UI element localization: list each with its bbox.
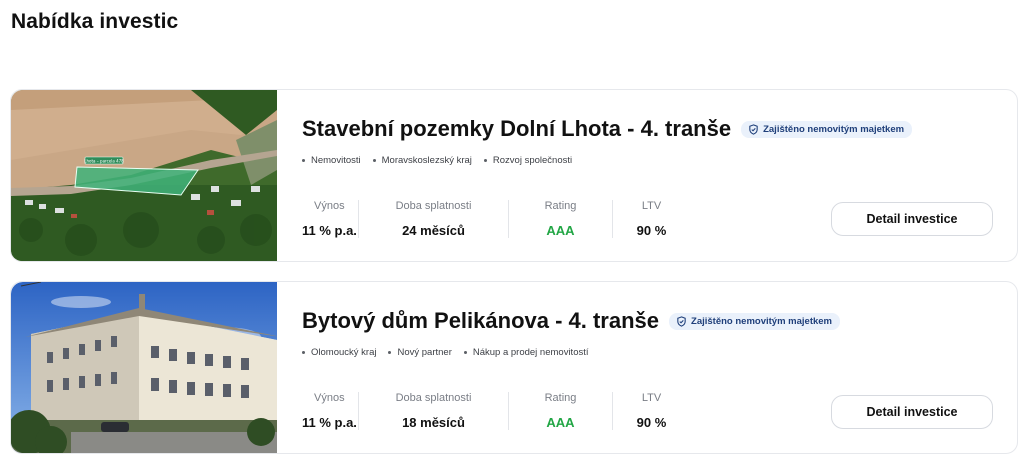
investment-card[interactable]: Bytový dům Pelikánova - 4. tranše Zajišt… (10, 281, 1018, 454)
investment-tags: Nemovitosti Moravskoslezský kraj Rozvoj … (302, 155, 572, 166)
investment-tags: Olomoucký kraj Nový partner Nákup a prod… (302, 347, 589, 358)
secured-badge-label: Zajištěno nemovitým majetkem (691, 315, 832, 327)
tag: Moravskoslezský kraj (372, 155, 472, 166)
stat-value: 24 měsíců (402, 223, 465, 238)
stat-yield: Výnos 11 % p.a. (302, 392, 358, 430)
detail-investice-button[interactable]: Detail investice (831, 395, 993, 429)
stat-value: 90 % (636, 415, 667, 430)
stat-label: Výnos (314, 392, 345, 404)
investment-stats: Výnos 11 % p.a. Doba splatnosti 18 měsíc… (302, 392, 690, 430)
secured-badge: Zajištěno nemovitým majetkem (669, 312, 840, 330)
tag-label: Olomoucký kraj (311, 347, 377, 358)
investment-image-building[interactable] (11, 282, 277, 453)
investment-title-text[interactable]: Stavební pozemky Dolní Lhota - 4. tranše (302, 116, 731, 142)
stat-label: Rating (544, 200, 577, 212)
shield-check-icon (676, 315, 687, 327)
tag: Olomoucký kraj (302, 347, 376, 358)
investment-image-aerial-plot[interactable]: Lhota – parcela 478 (11, 90, 277, 261)
tag: Nový partner (388, 347, 452, 358)
stat-label: Doba splatnosti (395, 200, 472, 212)
tag-label: Nový partner (397, 347, 452, 358)
stat-rating: Rating AAA (508, 200, 612, 238)
stat-rating: Rating AAA (508, 392, 612, 430)
bullet-icon (372, 159, 376, 162)
tag-label: Nákup a prodej nemovitostí (472, 347, 589, 358)
stat-yield: Výnos 11 % p.a. (302, 200, 358, 238)
bullet-icon (302, 351, 305, 354)
secured-badge: Zajištěno nemovitým majetkem (741, 120, 913, 138)
tag: Rozvoj společnosti (483, 155, 573, 166)
plot-map-label: Lhota – parcela 478 (84, 159, 124, 164)
bullet-icon (388, 351, 392, 354)
investment-card[interactable]: Lhota – parcela 478 Stavební pozemky Dol… (10, 89, 1018, 262)
bullet-icon (302, 159, 305, 162)
investment-title-text[interactable]: Bytový dům Pelikánova - 4. tranše (302, 308, 659, 334)
stat-label: Výnos (314, 200, 345, 212)
detail-investice-button[interactable]: Detail investice (831, 202, 993, 236)
stat-value: AAA (546, 415, 575, 430)
tag: Nemovitosti (302, 155, 361, 166)
investment-title[interactable]: Bytový dům Pelikánova - 4. tranše Zajišt… (302, 308, 840, 334)
stat-ltv: LTV 90 % (612, 392, 690, 430)
stat-term: Doba splatnosti 24 měsíců (358, 200, 508, 238)
stat-value: 18 měsíců (402, 415, 465, 430)
tag-label: Nemovitosti (311, 155, 361, 166)
investment-title[interactable]: Stavební pozemky Dolní Lhota - 4. tranše… (302, 116, 913, 142)
stat-ltv: LTV 90 % (612, 200, 690, 238)
tag: Nákup a prodej nemovitostí (463, 347, 589, 358)
secured-badge-label: Zajištěno nemovitým majetkem (763, 123, 905, 135)
stat-term: Doba splatnosti 18 měsíců (358, 392, 508, 430)
stat-label: LTV (641, 200, 662, 212)
stat-value: 11 % p.a. (302, 415, 357, 430)
shield-check-icon (748, 123, 759, 135)
investment-stats: Výnos 11 % p.a. Doba splatnosti 24 měsíc… (302, 200, 690, 238)
stat-value: 90 % (636, 223, 667, 238)
stat-value: 11 % p.a. (302, 223, 357, 238)
stat-label: LTV (641, 392, 662, 404)
stat-label: Rating (544, 392, 577, 404)
tag-label: Rozvoj společnosti (492, 155, 573, 166)
tag-label: Moravskoslezský kraj (381, 155, 472, 166)
bullet-icon (463, 351, 467, 354)
stat-label: Doba splatnosti (395, 392, 472, 404)
stat-value: AAA (546, 223, 575, 238)
bullet-icon (483, 159, 487, 162)
page-title: Nabídka investic (11, 10, 179, 33)
